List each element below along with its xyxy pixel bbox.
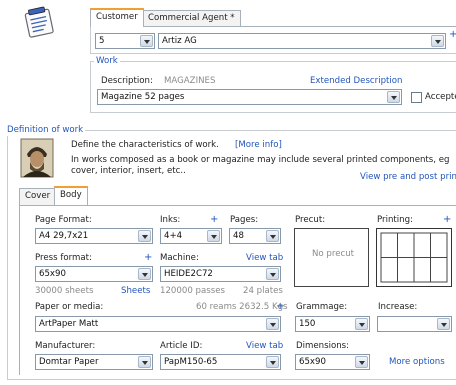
work-legend: Work [94,56,120,67]
manufacturer-label: Manufacturer: [35,341,96,351]
chevron-down-icon [437,318,450,330]
article-id-value: PapM150-65 [164,357,218,367]
customer-code-value: 5 [99,36,105,46]
increase-select[interactable] [377,316,452,332]
inks-select[interactable]: 4+4 [160,228,222,244]
accept-checkbox[interactable] [411,92,422,103]
paper-media-select[interactable]: ArtPaper Matt [35,316,281,332]
tab-strip-line [90,26,456,27]
customer-name-select[interactable]: Artiz AG [158,33,446,49]
add-printing-button[interactable]: + [443,214,451,225]
add-customer-button[interactable]: + [449,29,456,40]
grammage-select[interactable]: 150 [295,316,370,332]
chevron-down-icon [266,268,279,280]
more-options-link[interactable]: More options [389,357,445,368]
pages-value: 48 [233,231,244,241]
work-select-value: Magazine 52 pages [101,92,185,102]
press-format-value: 65x90 [39,269,66,279]
description-label: Description: [101,76,153,86]
no-precut-text: No precut [312,249,355,259]
tab-body[interactable]: Body [54,186,88,205]
definition-desc-line2: cover, interior, insert, etc.. [71,166,186,176]
manufacturer-value: Domtar Paper [39,357,99,367]
more-info-link[interactable]: [More info] [235,140,282,151]
plates-count: 24 plates [243,286,283,296]
paper-media-label: Paper or media: [35,302,104,312]
pages-label: Pages: [230,215,259,225]
tab-cover-label: Cover [25,191,51,201]
definition-desc-line1: In works composed as a book or magazine … [71,155,450,165]
sheets-count: 30000 sheets [35,286,94,296]
customer-code-select[interactable]: 5 [95,33,155,49]
definition-legend: Definition of work [5,125,86,136]
machine-view-tab-link[interactable]: View tab [246,253,283,264]
tab-cover[interactable]: Cover [19,188,57,205]
tab-commercial-agent[interactable]: Commercial Agent * [142,10,241,27]
printing-layout-grid [376,228,452,287]
inks-value: 4+4 [164,231,183,241]
chevron-down-icon [138,230,151,242]
chevron-down-icon [138,356,151,368]
tab-commercial-agent-label: Commercial Agent * [148,13,235,23]
page-format-label: Page Format: [35,215,92,225]
chevron-down-icon [431,35,444,47]
grammage-label: Grammage: [296,302,348,312]
work-select[interactable]: Magazine 52 pages [97,89,402,105]
inks-label: Inks: [160,215,181,225]
dimensions-value: 65x90 [299,357,326,367]
chevron-down-icon [266,356,279,368]
chevron-down-icon [355,356,368,368]
page-format-value: A4 29,7x21 [39,231,89,241]
definition-intro: Define the characteristics of work. [71,140,219,150]
precut-label: Precut: [295,215,326,225]
dimensions-select[interactable]: 65x90 [295,354,370,370]
press-format-select[interactable]: 65x90 [35,266,153,282]
manufacturer-select[interactable]: Domtar Paper [35,354,153,370]
add-paper-button[interactable]: + [276,301,284,312]
work-group [90,61,456,113]
view-pre-post-print-link[interactable]: View pre and post print [360,172,456,183]
article-id-label: Article ID: [160,341,203,351]
chevron-down-icon [266,318,279,330]
tab-customer-label: Customer [96,12,138,22]
reams-weight: 60 reams 2632.5 Kgs [196,302,288,312]
accept-label: Accepte [425,92,456,102]
paper-media-value: ArtPaper Matt [39,319,99,329]
chevron-down-icon [266,230,279,242]
sheets-link[interactable]: Sheets [121,286,150,297]
passes-count: 120000 passes [160,286,225,296]
pages-select[interactable]: 48 [229,228,281,244]
chevron-down-icon [138,268,151,280]
extended-description-link[interactable]: Extended Description [310,76,403,87]
add-press-format-button[interactable]: + [144,252,152,263]
chevron-down-icon [387,91,400,103]
work-document-icon [24,6,54,38]
chevron-down-icon [207,230,220,242]
machine-value: HEIDE2C72 [164,269,213,279]
chevron-down-icon [140,35,153,47]
customer-name-value: Artiz AG [162,36,197,46]
tab-customer[interactable]: Customer [90,8,144,27]
tab-body-label: Body [60,190,82,200]
scholar-portrait-icon [20,138,54,178]
dimensions-label: Dimensions: [296,341,350,351]
increase-label: Increase: [378,302,418,312]
page-format-select[interactable]: A4 29,7x21 [35,228,153,244]
chevron-down-icon [355,318,368,330]
article-id-select[interactable]: PapM150-65 [160,354,281,370]
printing-label: Printing: [377,215,413,225]
description-value: MAGAZINES [164,76,216,86]
add-inks-button[interactable]: + [210,214,218,225]
machine-select[interactable]: HEIDE2C72 [160,266,281,282]
article-view-tab-link[interactable]: View tab [246,341,283,352]
machine-label: Machine: [160,253,199,263]
grammage-value: 150 [299,319,316,329]
press-format-label: Press format: [35,253,92,263]
precut-preview: No precut [294,228,369,287]
